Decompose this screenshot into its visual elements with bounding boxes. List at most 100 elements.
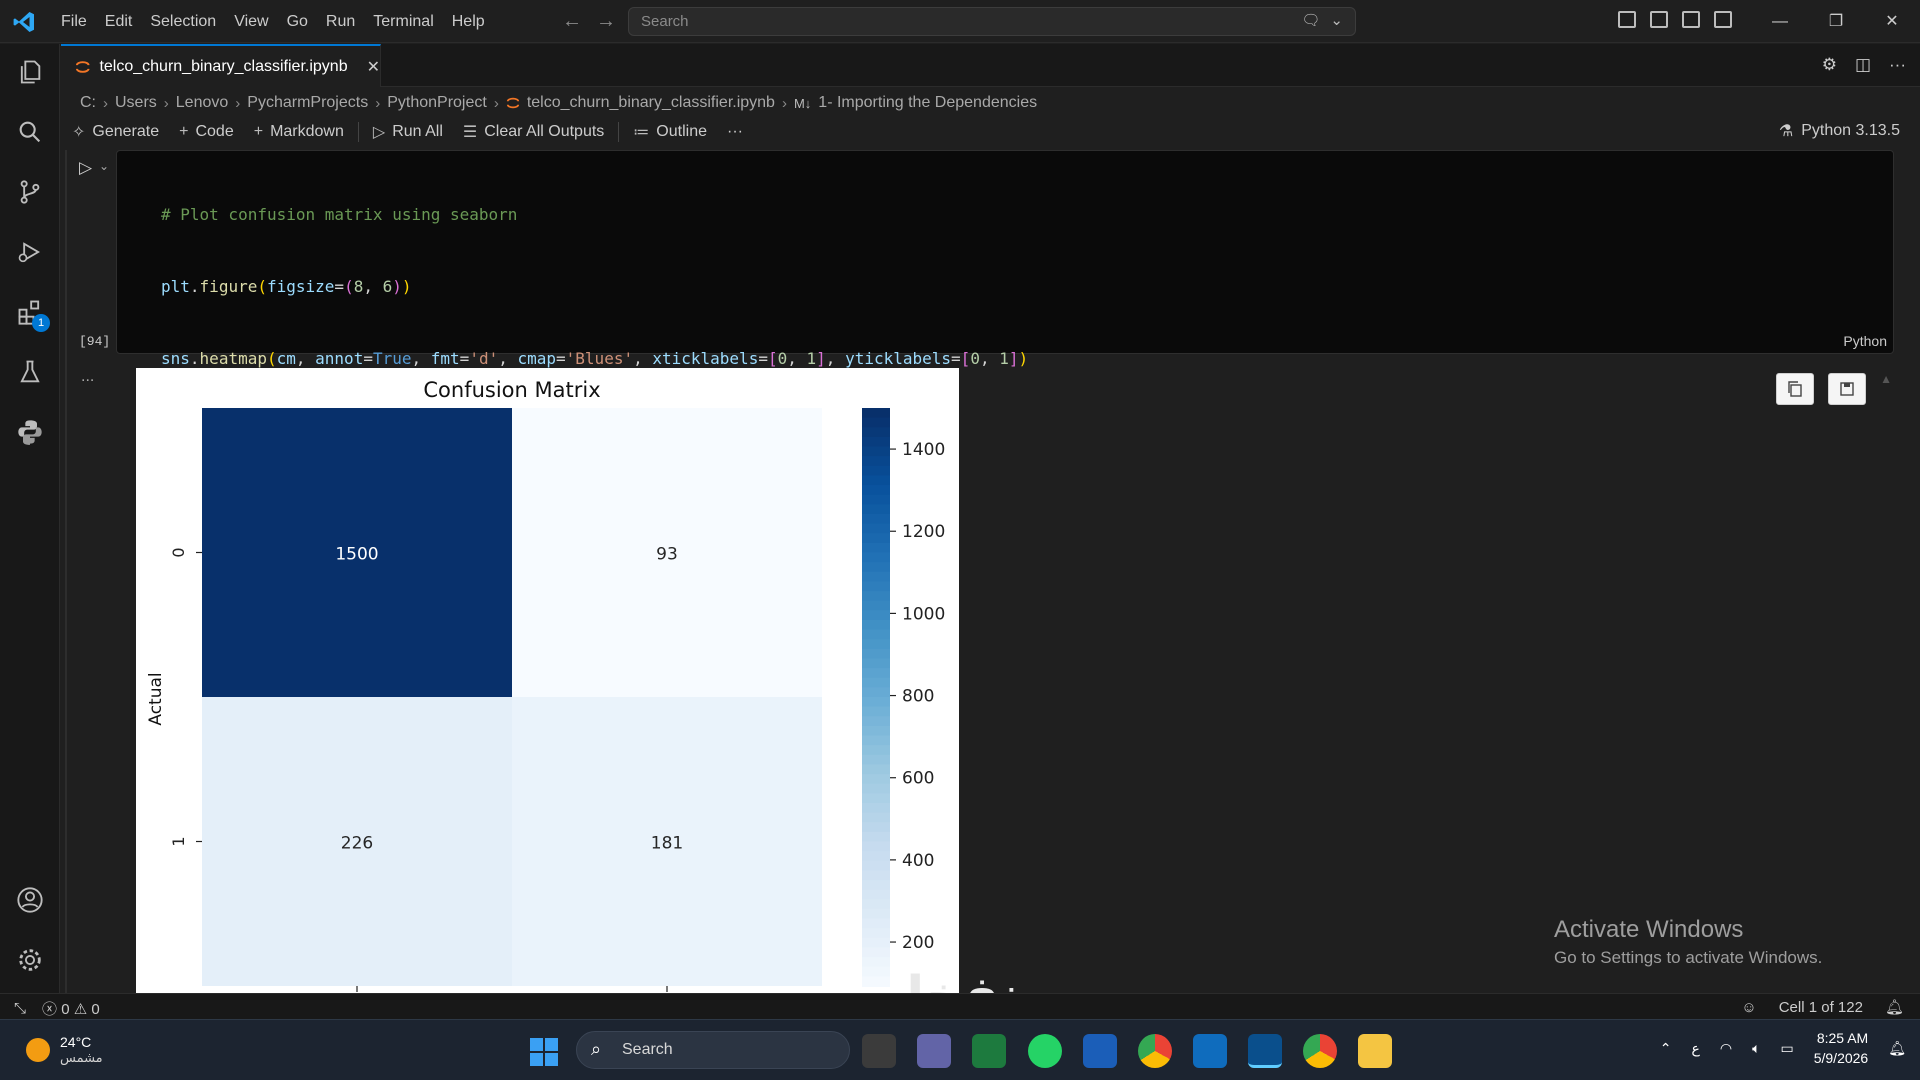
y-axis-label: Actual [146, 672, 166, 725]
cell-language[interactable]: Python [1843, 333, 1887, 349]
breadcrumb-lenovo[interactable]: Lenovo [176, 94, 229, 112]
title-bar: File Edit Selection View Go Run Terminal… [0, 0, 1920, 43]
split-editor-icon[interactable]: ◫ [1855, 55, 1871, 75]
menu-file[interactable]: File [52, 0, 96, 43]
toggle-primary-sidebar-icon[interactable] [1650, 11, 1668, 28]
menu-view[interactable]: View [225, 0, 277, 43]
colorbar-segment [862, 610, 890, 621]
source-control-icon[interactable] [14, 176, 46, 208]
chrome-icon[interactable] [1138, 1034, 1172, 1068]
tray-overflow-chevron-icon[interactable]: ⌃ [1660, 1040, 1672, 1057]
run-debug-icon[interactable] [14, 236, 46, 268]
colorbar-segment [862, 706, 890, 718]
extensions-icon[interactable]: 1 [14, 296, 50, 332]
chevron-down-icon[interactable]: ⌄ [1330, 11, 1343, 29]
menu-help[interactable]: Help [443, 0, 494, 43]
chevron-right-icon: › [103, 94, 108, 112]
forward-arrow-icon[interactable]: → [596, 10, 616, 32]
copy-output-button[interactable] [1776, 373, 1814, 405]
notification-icon[interactable]: 🔔︎ [1888, 1040, 1906, 1057]
menu-edit[interactable]: Edit [96, 0, 142, 43]
input-language[interactable]: ع [1692, 1040, 1700, 1057]
edge-icon[interactable] [1193, 1034, 1227, 1068]
python-icon[interactable] [14, 416, 46, 448]
colorbar-segment [862, 831, 890, 843]
whatsapp-icon[interactable] [1028, 1034, 1062, 1068]
command-center-search[interactable]: Search 🗨 ⌄ [628, 7, 1356, 36]
breadcrumb-pycharmprojects[interactable]: PycharmProjects [247, 94, 368, 112]
save-output-button[interactable] [1828, 373, 1866, 405]
error-icon: ⓧ [42, 1001, 58, 1018]
account-icon[interactable] [14, 884, 46, 916]
output-more-icon[interactable]: ... [81, 368, 94, 386]
start-button[interactable] [530, 1038, 558, 1066]
cell-position[interactable]: Cell 1 of 122 [1779, 999, 1863, 1016]
word-icon[interactable] [1083, 1034, 1117, 1068]
notebook-settings-icon[interactable]: ⚙ [1822, 55, 1837, 75]
problems-indicator[interactable]: ⓧ 0 ⚠ 0 [42, 998, 100, 1019]
code-cell[interactable]: # Plot confusion matrix using seaborn pl… [116, 150, 1894, 656]
customize-layout-icon[interactable] [1618, 11, 1636, 28]
clock[interactable]: 8:25 AM 5/9/2026 [1814, 1028, 1869, 1068]
vscode-logo-icon [13, 12, 34, 32]
add-markdown-button[interactable]: + Markdown [254, 123, 344, 141]
add-code-button[interactable]: + Code [179, 123, 234, 141]
scroll-up-icon[interactable]: ▲ [1880, 372, 1892, 386]
chrome-profile-icon[interactable] [1303, 1034, 1337, 1068]
toggle-panel-icon[interactable] [1682, 11, 1700, 28]
remote-icon[interactable]: ⤡ [14, 1000, 26, 1017]
file-explorer-icon[interactable] [1358, 1034, 1392, 1068]
close-icon[interactable]: ✕ [1864, 0, 1920, 43]
taskbar-search[interactable]: ⌕ Search [576, 1031, 850, 1069]
wifi-icon[interactable]: ◠ [1720, 1040, 1732, 1057]
breadcrumb-section[interactable]: 1- Importing the Dependencies [818, 94, 1037, 112]
activate-title: Activate Windows [1554, 916, 1744, 943]
more-actions-icon[interactable]: ··· [1889, 55, 1906, 75]
toggle-secondary-sidebar-icon[interactable] [1714, 11, 1732, 28]
outline-button[interactable]: ≔ Outline [633, 122, 707, 142]
run-cell-icon[interactable]: ▷ [79, 158, 92, 178]
clear-outputs-button[interactable]: ☰ Clear All Outputs [463, 122, 604, 142]
minimize-icon[interactable]: — [1752, 0, 1808, 43]
explorer-icon[interactable] [14, 56, 46, 88]
menu-terminal[interactable]: Terminal [364, 0, 442, 43]
kernel-picker[interactable]: ⚗ Python 3.13.5 [1779, 121, 1900, 141]
generate-button[interactable]: ✧ Generate [72, 122, 159, 142]
copilot-chat-icon[interactable]: 🗨 [1301, 11, 1320, 29]
search-icon[interactable] [14, 116, 46, 148]
back-arrow-icon[interactable]: ← [562, 10, 582, 32]
tab-close-icon[interactable]: ✕ [367, 57, 380, 77]
search-placeholder: Search [641, 13, 689, 30]
clock-date: 5/9/2026 [1813, 1050, 1869, 1066]
task-view-icon[interactable] [862, 1034, 896, 1068]
breadcrumb-drive[interactable]: C: [80, 94, 96, 112]
menu-selection[interactable]: Selection [141, 0, 225, 43]
weather-widget[interactable]: 24°C مشمس [26, 1034, 103, 1066]
battery-icon[interactable]: ▭ [1780, 1040, 1793, 1057]
settings-gear-icon[interactable] [14, 944, 46, 976]
colorbar-segment [862, 774, 890, 785]
cell-value-label: 1500 [335, 545, 378, 565]
run-all-button[interactable]: ▷ Run All [373, 122, 443, 142]
breadcrumb-pythonproject[interactable]: PythonProject [387, 94, 487, 112]
list-icon: ≔ [633, 124, 650, 141]
volume-icon[interactable]: 🔈︎ [1752, 1040, 1760, 1057]
breadcrumb-notebook[interactable]: telco_churn_binary_classifier.ipynb [527, 94, 775, 112]
notifications-bell-icon[interactable]: 🔔︎ [1885, 998, 1904, 1016]
colorbar-segment [862, 937, 890, 949]
menu-go[interactable]: Go [278, 0, 317, 43]
menu-run[interactable]: Run [317, 0, 364, 43]
testing-flask-icon[interactable] [14, 356, 46, 388]
taskbar-search-label: Search [622, 1041, 673, 1058]
more-toolbar-button[interactable]: ··· [727, 123, 743, 141]
tab-notebook[interactable]: telco_churn_binary_classifier.ipynb ✕ [61, 44, 381, 87]
excel-icon[interactable] [972, 1034, 1006, 1068]
save-icon [1840, 382, 1854, 396]
breadcrumb-users[interactable]: Users [115, 94, 157, 112]
teams-icon[interactable] [917, 1034, 951, 1068]
restore-icon[interactable]: ❐ [1808, 0, 1864, 43]
copilot-icon[interactable]: ☺ [1741, 999, 1756, 1016]
chevron-down-icon[interactable]: ⌄ [99, 159, 109, 173]
vscode-taskbar-icon[interactable] [1248, 1034, 1282, 1068]
colorbar-segment [862, 841, 890, 853]
